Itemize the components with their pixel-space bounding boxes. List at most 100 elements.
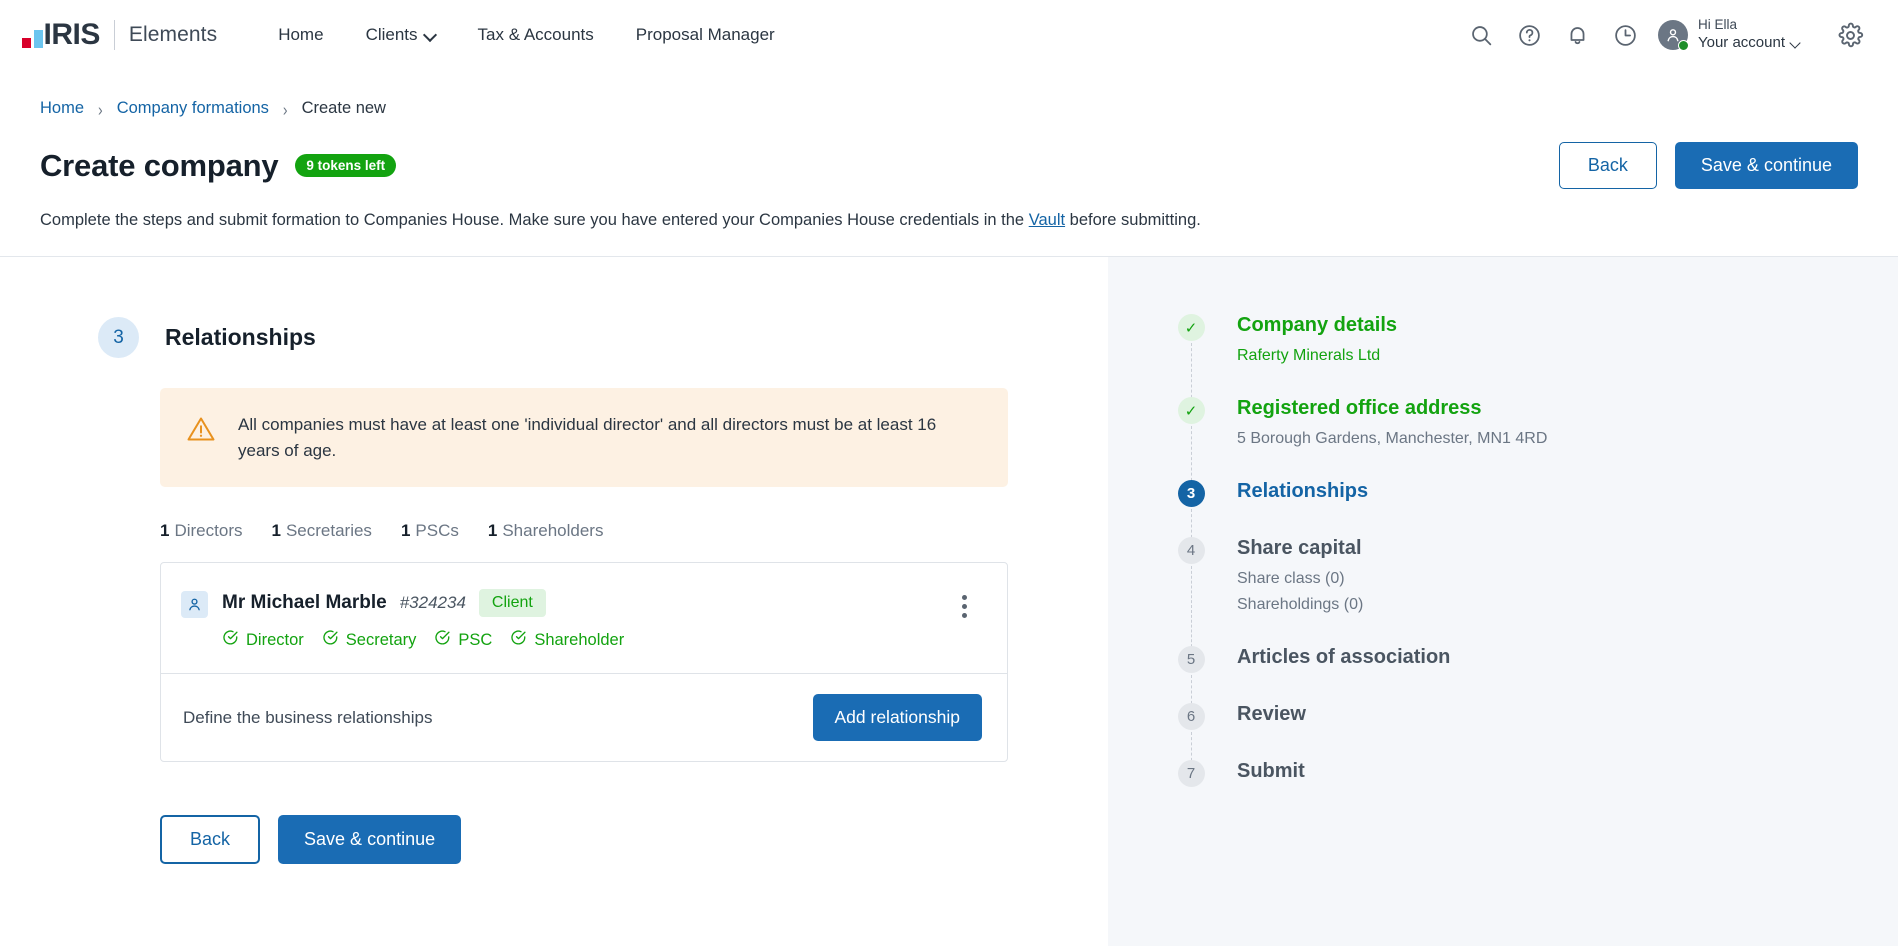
role-label: Shareholder — [534, 631, 624, 650]
relationship-card: Mr Michael Marble #324234 Client — [160, 562, 1008, 762]
step-connector-line — [1191, 426, 1192, 486]
page-title: Create company — [40, 148, 278, 184]
help-icon[interactable] — [1506, 11, 1554, 59]
person-more-options-icon[interactable] — [947, 589, 981, 623]
iris-elements-logo[interactable]: IRIS Elements — [22, 20, 217, 50]
step-sub-text: Share class (0) — [1237, 567, 1363, 590]
step-body: Registered office address 5 Borough Gard… — [1237, 397, 1547, 480]
title-row: Create company 9 tokens left Back Save &… — [40, 142, 1858, 189]
footer-back-button[interactable]: Back — [160, 815, 260, 864]
header-actions: Back Save & continue — [1559, 142, 1858, 189]
sidebar-step-submit[interactable]: 7 Submit — [1176, 760, 1898, 787]
step-label: Company details — [1237, 314, 1397, 337]
step-content: All companies must have at least one 'in… — [0, 388, 1108, 864]
breadcrumb-home[interactable]: Home — [40, 99, 84, 118]
sidebar-step-review[interactable]: 6 Review — [1176, 703, 1898, 760]
logo-divider — [114, 20, 115, 50]
warning-alert-text: All companies must have at least one 'in… — [238, 412, 978, 463]
role-psc: PSC — [434, 629, 492, 651]
card-footer-text: Define the business relationships — [183, 708, 432, 728]
person-roles: Director Secretary — [222, 629, 624, 651]
step-sub-text: 5 Borough Gardens, Manchester, MN1 4RD — [1237, 427, 1547, 450]
header-back-button[interactable]: Back — [1559, 142, 1657, 189]
main-content: 3 Relationships All companies must have … — [0, 257, 1108, 946]
role-secretary: Secretary — [322, 629, 417, 651]
count-directors: 1 Directors — [160, 521, 242, 541]
breadcrumb-current: Create new — [302, 99, 386, 118]
count-label: Shareholders — [502, 521, 603, 540]
vault-link[interactable]: Vault — [1029, 211, 1065, 229]
person-details: Mr Michael Marble #324234 Client — [222, 589, 624, 651]
nav-item-proposal-manager[interactable]: Proposal Manager — [615, 17, 796, 53]
account-name: Your account — [1698, 34, 1800, 53]
check-circle-icon — [222, 629, 239, 651]
nav-item-label: Clients — [366, 25, 418, 45]
header-save-continue-button[interactable]: Save & continue — [1675, 142, 1858, 189]
account-greeting: Hi Ella — [1698, 17, 1800, 34]
nav-item-tax-accounts[interactable]: Tax & Accounts — [457, 17, 615, 53]
top-navigation-bar: IRIS Elements Home Clients Tax & Account… — [0, 0, 1898, 70]
breadcrumb-company-formations[interactable]: Company formations — [117, 99, 269, 118]
subtitle-text-before: Complete the steps and submit formation … — [40, 211, 1029, 229]
step-marker: 6 — [1176, 703, 1206, 760]
step-title: Relationships — [165, 324, 316, 351]
person-reference: #324234 — [400, 593, 466, 613]
footer-actions: Back Save & continue — [160, 815, 1008, 864]
gear-icon[interactable] — [1826, 11, 1874, 59]
step-number-badge: 3 — [1178, 480, 1205, 507]
sidebar-step-company-details[interactable]: ✓ Company details Raferty Minerals Ltd — [1176, 314, 1898, 397]
sidebar-step-relationships[interactable]: 3 Relationships — [1176, 480, 1898, 537]
sidebar-step-registered-office-address[interactable]: ✓ Registered office address 5 Borough Ga… — [1176, 397, 1898, 480]
sidebar-step-share-capital[interactable]: 4 Share capital Share class (0) Sharehol… — [1176, 537, 1898, 645]
step-marker: 4 — [1176, 537, 1206, 645]
bell-icon[interactable] — [1554, 11, 1602, 59]
person-name: Mr Michael Marble — [222, 592, 387, 614]
step-sub-text: Shareholdings (0) — [1237, 593, 1363, 616]
page-subtitle: Complete the steps and submit formation … — [40, 211, 1858, 256]
nav-item-clients[interactable]: Clients — [345, 17, 457, 53]
person-summary: Mr Michael Marble #324234 Client — [161, 563, 1007, 673]
step-check-icon: ✓ — [1178, 314, 1205, 341]
account-labels: Hi Ella Your account — [1698, 17, 1800, 53]
role-label: Secretary — [346, 631, 417, 650]
primary-nav: Home Clients Tax & Accounts Proposal Man… — [257, 17, 795, 53]
add-relationship-button[interactable]: Add relationship — [813, 694, 983, 741]
step-body: Company details Raferty Minerals Ltd — [1237, 314, 1397, 397]
warning-alert: All companies must have at least one 'in… — [160, 388, 1008, 487]
step-number-badge: 3 — [98, 317, 139, 358]
footer-save-continue-button[interactable]: Save & continue — [278, 815, 461, 864]
count-shareholders: 1Shareholders — [488, 521, 604, 541]
nav-item-home[interactable]: Home — [257, 17, 344, 53]
count-value: 1 — [160, 521, 169, 540]
iris-logo-bars-icon — [22, 22, 43, 48]
sidebar-step-articles-of-association[interactable]: 5 Articles of association — [1176, 646, 1898, 703]
step-number-badge: 7 — [1178, 760, 1205, 787]
count-pscs: 1PSCs — [401, 521, 459, 541]
logo-wordmark: IRIS — [44, 20, 100, 50]
logo-product-name: Elements — [129, 23, 217, 47]
progress-sidebar: ✓ Company details Raferty Minerals Ltd ✓… — [1108, 257, 1898, 946]
step-number-badge: 6 — [1178, 703, 1205, 730]
clock-icon[interactable] — [1602, 11, 1650, 59]
count-label: Directors — [174, 521, 242, 540]
step-marker: 7 — [1176, 760, 1206, 787]
account-label: Your account — [1698, 34, 1785, 53]
count-secretaries: 1Secretaries — [271, 521, 371, 541]
step-number-badge: 5 — [1178, 646, 1205, 673]
nav-item-label: Proposal Manager — [636, 25, 775, 45]
step-connector-line — [1191, 343, 1192, 403]
step-body: Submit — [1237, 760, 1305, 787]
avatar — [1658, 20, 1688, 50]
step-body: Relationships — [1237, 480, 1368, 537]
account-menu[interactable]: Hi Ella Your account — [1658, 17, 1800, 53]
search-icon[interactable] — [1458, 11, 1506, 59]
step-sub-text: Raferty Minerals Ltd — [1237, 344, 1397, 367]
step-body: Review — [1237, 703, 1306, 760]
card-footer: Define the business relationships Add re… — [161, 674, 1007, 761]
breadcrumb: Home › Company formations › Create new — [40, 70, 1858, 118]
step-body: Articles of association — [1237, 646, 1450, 703]
count-label: PSCs — [415, 521, 458, 540]
relationship-counts: 1 Directors 1Secretaries 1PSCs 1Sharehold… — [160, 521, 1008, 541]
role-label: PSC — [458, 631, 492, 650]
online-status-dot — [1678, 40, 1689, 51]
